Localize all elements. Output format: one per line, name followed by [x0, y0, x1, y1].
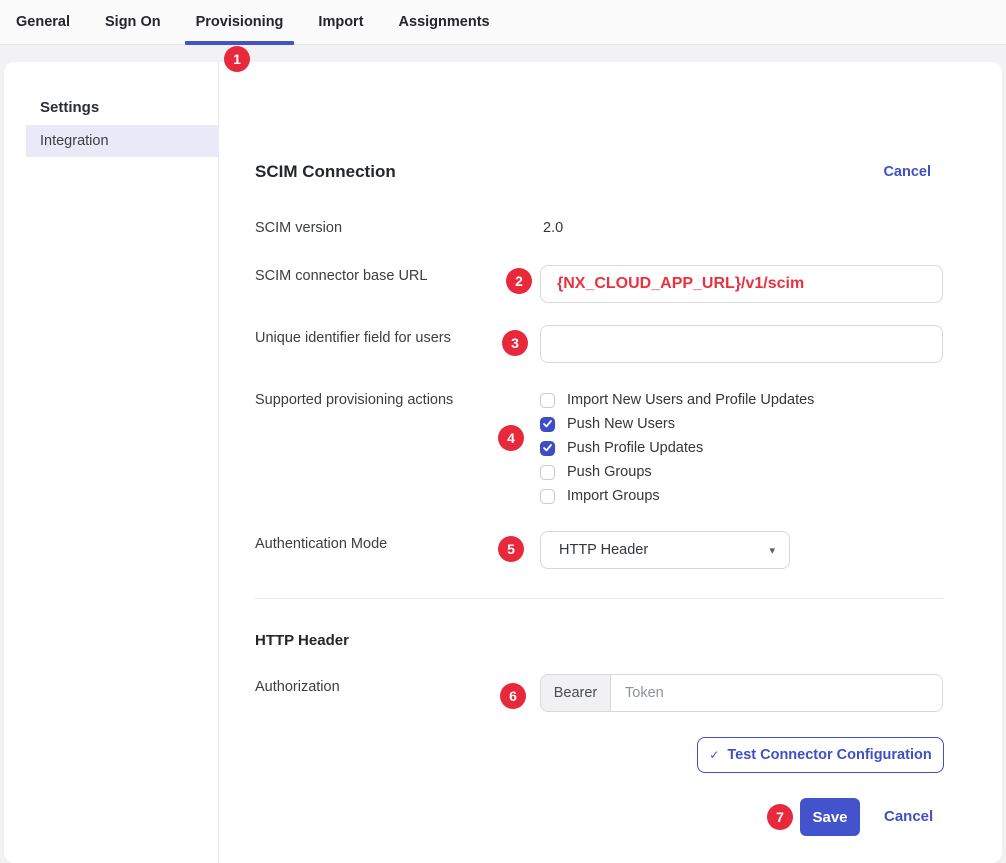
check-icon — [543, 444, 552, 452]
tab-assignments[interactable]: Assignments — [399, 0, 490, 44]
checkbox-option-push-profile-updates[interactable]: Push Profile Updates — [540, 436, 814, 460]
checkbox-option-push-new-users[interactable]: Push New Users — [540, 412, 814, 436]
tab-general[interactable]: General — [16, 0, 70, 44]
test-connector-button-label: Test Connector Configuration — [727, 747, 931, 763]
scim-version-value: 2.0 — [543, 220, 563, 236]
base-url-input[interactable] — [540, 265, 943, 303]
checkbox-label: Import Groups — [567, 488, 660, 504]
tab-import[interactable]: Import — [318, 0, 363, 44]
test-connector-button[interactable]: ✓ Test Connector Configuration — [697, 737, 944, 773]
auth-mode-selected-value: HTTP Header — [559, 542, 769, 558]
step-badge-authorization: 6 — [500, 683, 526, 709]
checkbox[interactable] — [540, 417, 555, 432]
checkbox-option-import-users[interactable]: Import New Users and Profile Updates — [540, 388, 814, 412]
http-header-section-heading: HTTP Header — [255, 632, 349, 649]
step-badge-actions: 4 — [498, 425, 524, 451]
unique-id-label: Unique identifier field for users — [255, 330, 451, 346]
step-badge-base-url: 2 — [506, 268, 532, 294]
step-badge-provisioning-tab: 1 — [224, 46, 250, 72]
checkbox-label: Import New Users and Profile Updates — [567, 392, 814, 408]
checkbox-label: Push Profile Updates — [567, 440, 703, 456]
unique-id-input[interactable] — [540, 325, 943, 363]
step-badge-save: 7 — [767, 804, 793, 830]
provisioning-actions-list: Import New Users and Profile Updates Pus… — [540, 388, 814, 508]
checkbox-option-push-groups[interactable]: Push Groups — [540, 460, 814, 484]
checkbox-label: Push New Users — [567, 416, 675, 432]
check-icon: ✓ — [709, 748, 719, 762]
checkbox[interactable] — [540, 393, 555, 408]
authorization-label: Authorization — [255, 679, 340, 695]
chevron-down-icon: ▾ — [769, 544, 775, 557]
base-url-label: SCIM connector base URL — [255, 268, 427, 284]
cancel-link-top[interactable]: Cancel — [883, 164, 931, 180]
checkbox[interactable] — [540, 441, 555, 456]
checkbox-label: Push Groups — [567, 464, 652, 480]
app-tab-bar: General Sign On Provisioning Import Assi… — [0, 0, 1006, 45]
auth-mode-select[interactable]: HTTP Header ▾ — [540, 531, 790, 569]
actions-label: Supported provisioning actions — [255, 392, 453, 408]
checkbox[interactable] — [540, 489, 555, 504]
step-badge-unique-id: 3 — [502, 330, 528, 356]
section-divider — [255, 598, 943, 599]
auth-mode-label: Authentication Mode — [255, 536, 387, 552]
checkbox[interactable] — [540, 465, 555, 480]
save-button[interactable]: Save — [800, 798, 860, 836]
sidebar-item-integration[interactable]: Integration — [26, 125, 219, 157]
checkbox-option-import-groups[interactable]: Import Groups — [540, 484, 814, 508]
token-input[interactable] — [611, 675, 942, 711]
check-icon — [543, 420, 552, 428]
sidebar-heading: Settings — [40, 99, 99, 116]
step-badge-auth-mode: 5 — [498, 536, 524, 562]
cancel-link-bottom[interactable]: Cancel — [884, 808, 933, 825]
sidebar — [4, 62, 219, 863]
tab-provisioning[interactable]: Provisioning — [196, 0, 284, 44]
authorization-input-group: Bearer — [540, 674, 943, 712]
page-title: SCIM Connection — [255, 162, 396, 182]
bearer-prefix: Bearer — [541, 675, 611, 711]
scim-version-label: SCIM version — [255, 220, 342, 236]
tab-sign-on[interactable]: Sign On — [105, 0, 161, 44]
